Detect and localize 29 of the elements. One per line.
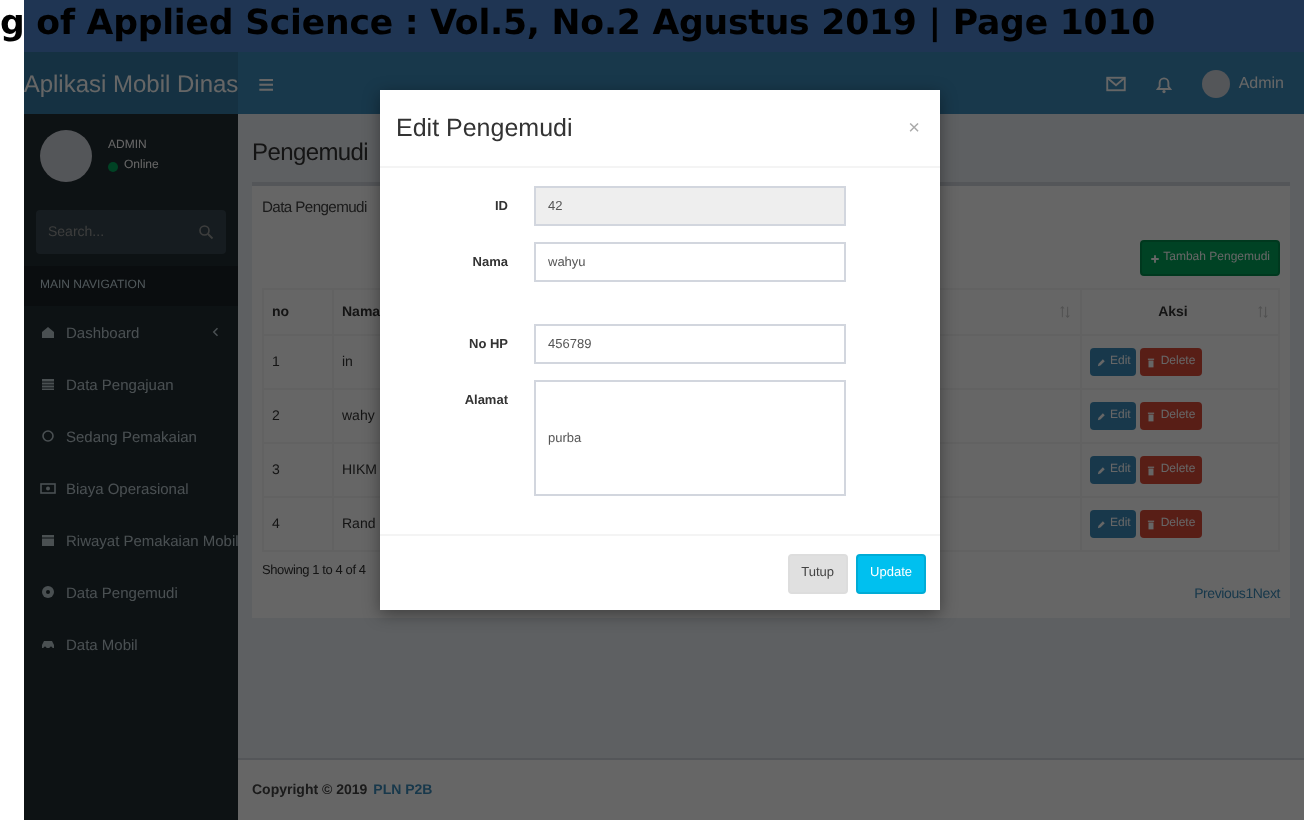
- pencil-icon: [1096, 411, 1106, 421]
- menu-toggle[interactable]: ≡: [258, 67, 275, 99]
- envelope-icon[interactable]: [1106, 73, 1127, 93]
- trash-icon: [1146, 465, 1157, 475]
- wheel-icon: [40, 584, 56, 600]
- user-avatar: [40, 130, 92, 182]
- pencil-icon: [1096, 519, 1106, 529]
- plus-icon: [1149, 253, 1160, 263]
- page-title: Pengemudi: [252, 138, 371, 166]
- dialog-title: Edit Pengemudi: [396, 114, 573, 142]
- money-icon: [40, 480, 56, 496]
- app-brand[interactable]: Aplikasi Mobil Dinas: [24, 52, 238, 114]
- user-avatar[interactable]: [1202, 69, 1231, 97]
- house-icon: [40, 324, 56, 340]
- status-dot: [108, 161, 118, 171]
- page-header-text: g of Applied Science : Vol.5, No.2 Agustus 2019 | Page 1010: [0, 2, 1156, 46]
- pencil-icon: [1096, 465, 1106, 475]
- circle-icon: [40, 428, 56, 444]
- close-button[interactable]: ×: [908, 117, 920, 139]
- trash-icon: [1146, 357, 1157, 367]
- bell-icon[interactable]: [1154, 73, 1175, 93]
- trash-icon: [1146, 519, 1157, 529]
- search-icon[interactable]: [198, 224, 214, 240]
- trash-icon: [1146, 411, 1157, 421]
- calendar-icon: [40, 532, 56, 548]
- car-icon: [40, 636, 56, 652]
- user-name[interactable]: Admin: [1238, 74, 1284, 92]
- table-icon: [40, 376, 56, 392]
- pencil-icon: [1096, 357, 1106, 367]
